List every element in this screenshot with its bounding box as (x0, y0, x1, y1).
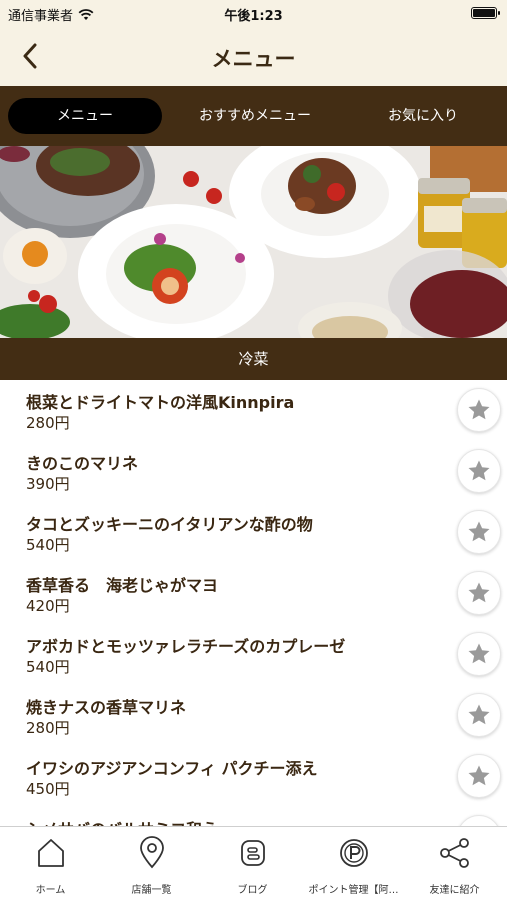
list-item[interactable]: 焼きナスの香草マリネ 280円 (0, 685, 507, 746)
tab-recommended[interactable]: おすすめメニュー (180, 98, 330, 134)
bottom-tab-share[interactable]: 友達に紹介 (404, 827, 505, 900)
item-price: 420円 (26, 597, 70, 615)
page-title: メニュー (211, 47, 296, 71)
list-item[interactable]: タコとズッキーニのイタリアンな酢の物 540円 (0, 502, 507, 563)
list-item[interactable]: イワシのアジアンコンフィ パクチー添え 450円 (0, 746, 507, 807)
bottom-tab-stores[interactable]: 店舗一覧 (101, 827, 202, 900)
hero-food-image (0, 146, 507, 338)
star-icon (468, 521, 490, 542)
favorite-button[interactable] (457, 815, 501, 826)
segment-tabs: メニュー おすすめメニュー お気に入り (0, 86, 507, 146)
bottom-tab-label: 店舗一覧 (131, 885, 172, 896)
bottom-tab-label: ホーム (35, 885, 66, 896)
favorite-button[interactable] (457, 632, 501, 676)
battery-icon (471, 7, 500, 19)
item-name: きのこのマリネ (26, 454, 139, 473)
star-icon (468, 460, 490, 481)
star-icon (468, 704, 490, 725)
favorite-button[interactable] (457, 449, 501, 493)
list-item[interactable]: 香草香る 海老じゃがマヨ 420円 (0, 563, 507, 624)
food-photo (0, 146, 507, 338)
star-icon (468, 582, 490, 603)
favorite-button[interactable] (457, 754, 501, 798)
bottom-tab-points[interactable]: ポイント管理【阿… (303, 827, 404, 900)
item-price: 390円 (26, 475, 70, 493)
item-price: 280円 (26, 719, 70, 737)
tab-menu[interactable]: メニュー (8, 98, 162, 134)
bottom-tab-home[interactable]: ホーム (0, 827, 101, 900)
bottom-tab-bar: ホーム 店舗一覧 ブログ ポイント管理【阿… 友達に紹介 (0, 826, 507, 900)
favorite-button[interactable] (457, 510, 501, 554)
item-price: 450円 (26, 780, 70, 798)
item-price: 280円 (26, 414, 70, 432)
item-name: 香草香る 海老じゃがマヨ (26, 576, 219, 595)
bottom-tab-label: ポイント管理【阿… (308, 885, 399, 896)
star-icon (468, 765, 490, 786)
item-name: アボカドとモッツァレラチーズのカプレーゼ (26, 637, 346, 656)
share-icon (438, 835, 472, 871)
tab-favorites[interactable]: お気に入り (350, 98, 496, 134)
favorite-button[interactable] (457, 571, 501, 615)
blog-icon (236, 835, 270, 871)
status-bar: 通信事業者 午後1:23 (0, 0, 507, 26)
favorite-button[interactable] (457, 693, 501, 737)
map-pin-icon (135, 835, 169, 871)
app-screen: 通信事業者 午後1:23 メニュー メニュー おすすめメニュー お気に入り 冷菜… (0, 0, 507, 900)
points-icon (337, 835, 371, 871)
navigation-bar: メニュー (0, 26, 507, 86)
list-item[interactable]: アボカドとモッツァレラチーズのカプレーゼ 540円 (0, 624, 507, 685)
item-price: 540円 (26, 658, 70, 676)
list-item[interactable]: きのこのマリネ 390円 (0, 441, 507, 502)
list-item[interactable]: シメサバのバルサミコ和え (0, 807, 507, 826)
item-name: 焼きナスの香草マリネ (26, 698, 187, 717)
star-icon (468, 643, 490, 664)
menu-list: 根菜とドライトマトの洋風Kinnpira 280円 きのこのマリネ 390円 タ… (0, 380, 507, 826)
bottom-tab-blog[interactable]: ブログ (202, 827, 303, 900)
bottom-tab-label: 友達に紹介 (429, 885, 480, 896)
item-name: イワシのアジアンコンフィ パクチー添え (26, 759, 318, 778)
item-name: シメサバのバルサミコ和え (26, 816, 218, 826)
bottom-tab-label: ブログ (237, 885, 268, 896)
status-time: 午後1:23 (224, 9, 283, 24)
item-name: タコとズッキーニのイタリアンな酢の物 (26, 515, 313, 534)
item-price: 540円 (26, 536, 70, 554)
star-icon (468, 399, 490, 420)
item-name: 根菜とドライトマトの洋風Kinnpira (26, 393, 295, 412)
section-header: 冷菜 (0, 338, 507, 380)
list-item[interactable]: 根菜とドライトマトの洋風Kinnpira 280円 (0, 380, 507, 441)
home-icon (34, 835, 68, 871)
favorite-button[interactable] (457, 388, 501, 432)
